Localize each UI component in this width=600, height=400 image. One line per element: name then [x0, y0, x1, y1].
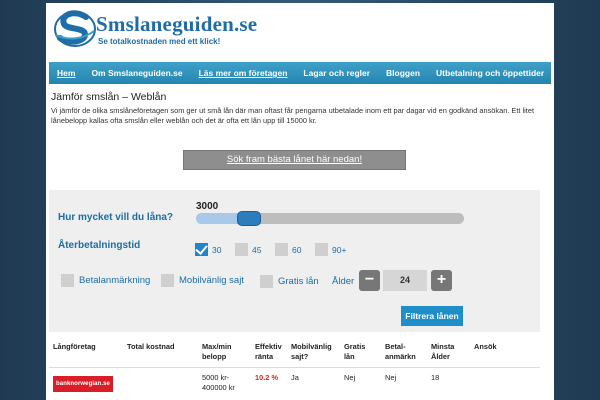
col-amount: Max/min belopp	[202, 342, 232, 361]
col-mobile: Mobilvänlig sajt?	[291, 342, 332, 361]
repayment-90-label[interactable]: 90+	[332, 245, 346, 255]
free-loan-label[interactable]: Gratis lån	[278, 276, 319, 287]
free-loan-checkbox[interactable]	[260, 275, 273, 288]
col-free: Gratis lån	[344, 342, 366, 361]
cell-min-age: 18	[431, 373, 440, 382]
col-total-cost: Total kostnad	[127, 342, 175, 351]
nav-item-laws[interactable]: Lagar och regler	[295, 62, 378, 84]
nav-item-about[interactable]: Om Smslaneguiden.se	[83, 62, 190, 84]
amount-label: Hur mycket vill du låna?	[58, 212, 174, 223]
col-remark: Betal- anmärkn	[385, 342, 416, 361]
col-min-age: Minsta Ålder	[431, 342, 455, 361]
age-decrease-button[interactable]: −	[359, 270, 380, 291]
repayment-30-label[interactable]: 30	[212, 245, 221, 255]
repayment-90-checkbox[interactable]	[315, 243, 328, 256]
age-label: Ålder	[332, 276, 355, 287]
results-table-header: Långföretag Total kostnad Max/min belopp…	[49, 338, 540, 368]
site-tagline: Se totalkostnaden med ett klick!	[98, 37, 221, 46]
nav-item-payout[interactable]: Utbetalning och öppettider	[428, 62, 552, 84]
loan-calculator: 3000 Hur mycket vill du låna? Återbetaln…	[49, 190, 540, 332]
page-title: Jämför smslån – Weblån	[51, 91, 167, 103]
repayment-30-checkbox[interactable]	[195, 243, 208, 256]
col-lender: Långföretag	[53, 342, 96, 351]
nav-item-blog[interactable]: Bloggen	[378, 62, 428, 84]
header: Smslaneguiden.se Se totalkostnaden med e…	[46, 3, 554, 61]
search-loan-button[interactable]: Sök fram bästa lånet här nedan!	[183, 150, 406, 170]
mobile-site-checkbox[interactable]	[161, 274, 174, 287]
age-input[interactable]: 24	[383, 270, 427, 291]
age-increase-button[interactable]: +	[431, 270, 452, 291]
filter-loans-button[interactable]: Filtrera lånen	[401, 306, 463, 326]
payment-remark-checkbox[interactable]	[61, 274, 74, 287]
site-title[interactable]: Smslaneguiden.se	[96, 12, 257, 37]
swoosh-s-logo-icon[interactable]	[54, 7, 96, 49]
col-apply: Ansök	[474, 342, 497, 351]
main-nav: Hem Om Smslaneguiden.se Läs mer om föret…	[49, 62, 551, 84]
lender-logo[interactable]: banknorwegian.se	[53, 376, 113, 392]
cell-remark: Nej	[385, 373, 397, 382]
repayment-60-checkbox[interactable]	[275, 243, 288, 256]
table-row: banknorwegian.se 5000 kr- 400000 kr 10.2…	[49, 369, 540, 400]
cell-amount: 5000 kr- 400000 kr	[202, 373, 235, 392]
payment-remark-label[interactable]: Betalanmärkning	[79, 275, 150, 286]
cell-free: Nej	[344, 373, 356, 382]
cell-mobile: Ja	[291, 373, 299, 382]
mobile-site-label[interactable]: Mobilvänlig sajt	[179, 275, 244, 286]
amount-slider-handle[interactable]	[237, 211, 261, 226]
repayment-45-checkbox[interactable]	[235, 243, 248, 256]
page: Smslaneguiden.se Se totalkostnaden med e…	[46, 3, 554, 400]
nav-item-home[interactable]: Hem	[49, 62, 83, 84]
col-rate: Effektiv ränta	[255, 342, 282, 361]
intro-text: Vi jämför de olika smslåneföretagen som …	[51, 106, 535, 125]
repayment-60-label[interactable]: 60	[292, 245, 301, 255]
nav-item-companies[interactable]: Läs mer om företagen	[191, 62, 296, 84]
repayment-label: Återbetalningstid	[58, 240, 141, 251]
repayment-45-label[interactable]: 45	[252, 245, 261, 255]
amount-slider[interactable]	[196, 211, 464, 226]
cell-rate: 10.2 %	[255, 373, 279, 382]
amount-value: 3000	[196, 201, 219, 212]
